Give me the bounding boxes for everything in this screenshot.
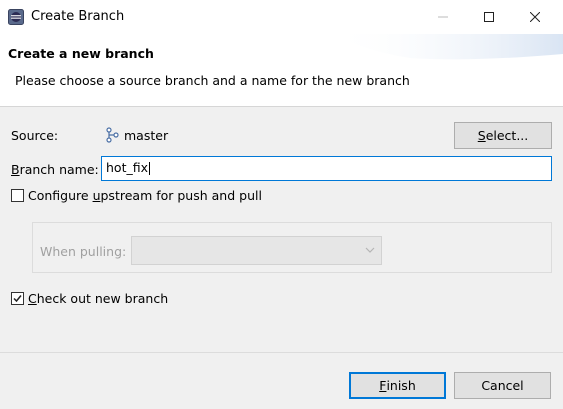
maximize-icon — [484, 12, 494, 22]
select-label-rest: elect... — [485, 128, 529, 143]
configure-upstream-label[interactable]: Configure upstream for push and pull — [28, 188, 262, 203]
minimize-icon — [438, 16, 448, 18]
banner-title: Create a new branch — [8, 46, 154, 61]
banner-subtitle: Please choose a source branch and a name… — [15, 73, 410, 88]
dialog-banner: Create a new branch Please choose a sour… — [0, 34, 563, 107]
select-mnemonic: S — [477, 128, 486, 143]
banner-decoration — [330, 34, 563, 60]
branch-icon — [106, 127, 119, 143]
checkout-label[interactable]: Check out new branch — [28, 291, 168, 306]
cancel-button[interactable]: Cancel — [454, 372, 551, 399]
branch-name-value: hot_fix — [106, 160, 148, 175]
title-bar: Create Branch — [0, 0, 563, 34]
checkout-mnemonic: C — [28, 291, 37, 306]
finish-button[interactable]: Finish — [349, 372, 446, 399]
checkout-checkbox[interactable] — [11, 292, 24, 305]
banner-divider — [0, 106, 563, 107]
configure-upstream-checkbox[interactable] — [11, 189, 24, 202]
eclipse-app-icon — [8, 9, 24, 25]
finish-label-rest: inish — [386, 378, 416, 393]
maximize-button[interactable] — [466, 0, 512, 34]
configure-upstream-mnemonic: u — [92, 188, 101, 203]
configure-upstream-label-after: pstream for push and pull — [100, 188, 262, 203]
branch-name-label-rest: ranch name: — [19, 162, 99, 177]
select-button[interactable]: Select... — [454, 122, 552, 149]
when-pulling-select[interactable] — [131, 236, 382, 265]
finish-mnemonic: F — [379, 378, 387, 393]
branch-name-label: Branch name: — [11, 162, 99, 177]
checkout-label-rest: heck out new branch — [36, 291, 169, 306]
branch-name-mnemonic: B — [11, 162, 20, 177]
source-label: Source: — [11, 128, 59, 143]
close-button[interactable] — [512, 0, 558, 34]
minimize-button[interactable] — [420, 0, 466, 34]
window-title: Create Branch — [31, 9, 125, 24]
branch-name-input[interactable]: hot_fix — [101, 156, 552, 181]
footer-divider — [0, 352, 563, 353]
text-caret — [149, 162, 150, 175]
when-pulling-label: When pulling: — [40, 244, 127, 259]
configure-upstream-label-before: Configure — [28, 188, 93, 203]
close-icon — [530, 12, 540, 22]
checkmark-icon — [13, 295, 22, 303]
chevron-down-icon — [365, 247, 375, 253]
source-value: master — [124, 128, 169, 143]
